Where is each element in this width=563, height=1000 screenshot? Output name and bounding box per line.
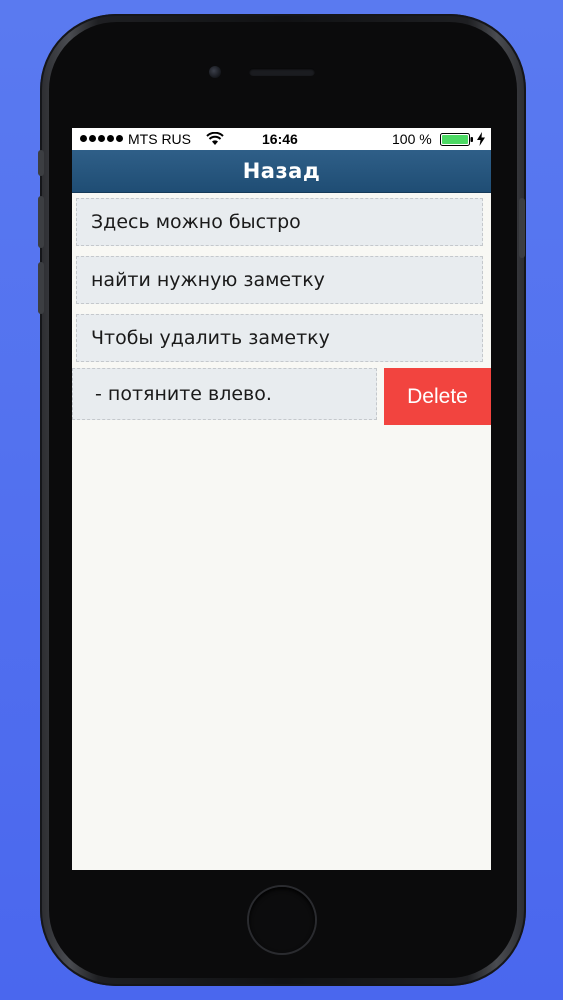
mute-switch <box>38 150 44 176</box>
app-screen: MTS RUS 16:46 100 % Назад Здесь можно бы… <box>72 128 491 870</box>
note-text: - потяните влево. <box>95 383 272 405</box>
navigation-bar: Назад <box>72 150 491 193</box>
clock: 16:46 <box>262 131 298 147</box>
note-text: Здесь можно быстро <box>91 211 301 233</box>
signal-dots-icon <box>80 135 123 142</box>
volume-up-button <box>38 196 44 248</box>
list-item[interactable]: найти нужную заметку <box>76 256 483 304</box>
note-text: Чтобы удалить заметку <box>91 327 330 349</box>
list-item[interactable]: Чтобы удалить заметку <box>76 314 483 362</box>
wifi-icon <box>206 132 224 145</box>
delete-button[interactable]: Delete <box>384 368 491 425</box>
charging-bolt-icon <box>477 132 485 146</box>
list-item-swiped[interactable]: - потяните влево. <box>72 368 377 420</box>
earpiece-speaker <box>249 68 315 76</box>
note-text: найти нужную заметку <box>91 269 325 291</box>
home-button[interactable] <box>249 887 315 953</box>
front-camera-icon <box>209 66 221 78</box>
battery-icon <box>440 133 473 146</box>
volume-down-button <box>38 262 44 314</box>
power-button <box>519 198 525 258</box>
status-bar: MTS RUS 16:46 100 % <box>72 128 491 150</box>
carrier-label: MTS RUS <box>128 131 191 147</box>
back-button[interactable]: Назад <box>243 159 321 183</box>
battery-percent: 100 % <box>392 131 432 147</box>
list-item[interactable]: Здесь можно быстро <box>76 198 483 246</box>
